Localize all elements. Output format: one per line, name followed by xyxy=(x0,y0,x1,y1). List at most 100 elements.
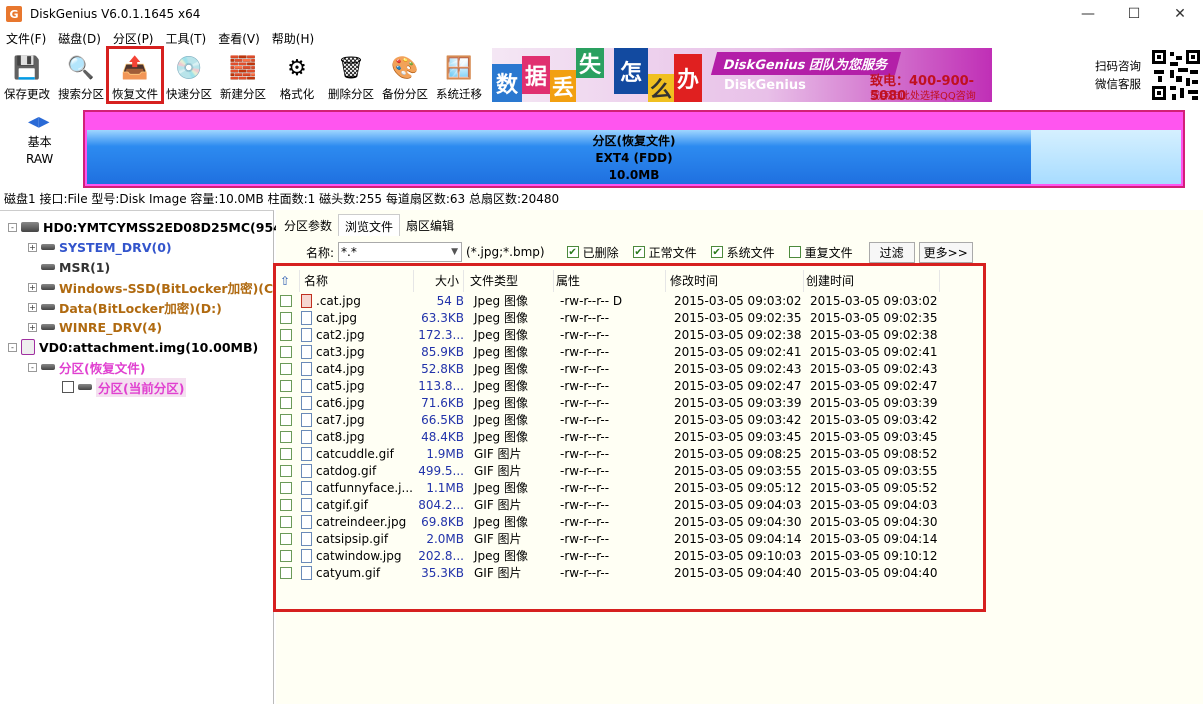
table-row[interactable]: cat3.jpg 85.9KB Jpeg 图像 -rw-r--r-- 2015-… xyxy=(276,344,976,361)
table-row[interactable]: cat4.jpg 52.8KB Jpeg 图像 -rw-r--r-- 2015-… xyxy=(276,361,976,378)
col-attr[interactable]: 属性 xyxy=(556,270,666,292)
expand-icon[interactable]: + xyxy=(28,282,37,292)
backup-partition-button[interactable]: 🎨 备份分区 xyxy=(378,48,432,102)
tree-item-hd0[interactable]: - HD0:YMTCYMSS2ED08D25MC(954GE xyxy=(8,217,301,237)
row-checkbox[interactable] xyxy=(280,329,292,341)
deleted-filter-checkbox[interactable]: ✔ 已删除 xyxy=(566,244,619,261)
system-migrate-button[interactable]: 🪟 系统迁移 xyxy=(432,48,486,102)
system-filter-checkbox[interactable]: ✔ 系统文件 xyxy=(710,244,775,261)
collapse-icon[interactable]: - xyxy=(8,222,17,232)
save-changes-button[interactable]: 💾 保存更改 xyxy=(0,48,54,102)
table-row[interactable]: catwindow.jpg 202.8... Jpeg 图像 -rw-r--r-… xyxy=(276,548,976,565)
delete-partition-button[interactable]: 🗑 删除分区 xyxy=(324,48,378,102)
row-checkbox[interactable] xyxy=(280,482,292,494)
table-row[interactable]: catyum.gif 35.3KB GIF 图片 -rw-r--r-- 2015… xyxy=(276,565,976,582)
row-checkbox[interactable] xyxy=(280,516,292,528)
qr-code-icon[interactable] xyxy=(1150,48,1202,102)
tree-item-data[interactable]: + Data(BitLocker加密)(D:) xyxy=(28,297,222,317)
tree-item-windows-ssd[interactable]: + Windows-SSD(BitLocker加密)(C:) xyxy=(28,277,284,297)
new-partition-button[interactable]: 🧱 新建分区 xyxy=(216,48,270,102)
table-row[interactable]: catsipsip.gif 2.0MB GIF 图片 -rw-r--r-- 20… xyxy=(276,531,976,548)
tool-label: 系统迁移 xyxy=(436,87,482,101)
tree-item-recover-partition[interactable]: - 分区(恢复文件) xyxy=(28,357,145,377)
row-checkbox[interactable] xyxy=(280,414,292,426)
col-name[interactable]: 名称 xyxy=(304,270,414,292)
banner-char: 么 xyxy=(648,74,674,102)
up-folder-icon[interactable]: ⇧ xyxy=(280,270,300,292)
row-checkbox[interactable] xyxy=(280,346,292,358)
menu-disk[interactable]: 磁盘(D) xyxy=(52,30,107,47)
col-ctime[interactable]: 创建时间 xyxy=(806,270,940,292)
collapse-icon[interactable]: - xyxy=(8,342,17,352)
table-row[interactable]: cat7.jpg 66.5KB Jpeg 图像 -rw-r--r-- 2015-… xyxy=(276,412,976,429)
row-checkbox[interactable] xyxy=(280,312,292,324)
file-mtime: 2015-03-05 09:03:45 xyxy=(674,430,802,444)
table-row[interactable]: .cat.jpg 54 B Jpeg 图像 -rw-r--r-- D 2015-… xyxy=(276,293,976,310)
menu-file[interactable]: 文件(F) xyxy=(0,30,52,47)
tab-sector-edit[interactable]: 扇区编辑 xyxy=(400,214,460,236)
table-row[interactable]: catcuddle.gif 1.9MB GIF 图片 -rw-r--r-- 20… xyxy=(276,446,976,463)
name-filter-input[interactable]: *.* ▼ xyxy=(338,242,463,262)
close-button[interactable]: ✕ xyxy=(1157,0,1203,28)
row-checkbox[interactable] xyxy=(280,465,292,477)
filter-button[interactable]: 过滤 xyxy=(868,241,915,263)
tree-item-current-partition[interactable]: 分区(当前分区) xyxy=(62,377,187,397)
tab-partition-params[interactable]: 分区参数 xyxy=(278,214,338,236)
col-mtime[interactable]: 修改时间 xyxy=(670,270,804,292)
table-row[interactable]: cat.jpg 63.3KB Jpeg 图像 -rw-r--r-- 2015-0… xyxy=(276,310,976,327)
table-row[interactable]: catgif.gif 804.2... GIF 图片 -rw-r--r-- 20… xyxy=(276,497,976,514)
tree-item-vd0[interactable]: - VD0:attachment.img(10.00MB) xyxy=(8,337,258,357)
banner-qq-link[interactable]: 或点击此处选择QQ咨询 xyxy=(870,87,976,102)
tree-item-msr[interactable]: MSR(1) xyxy=(28,257,110,277)
tree-item-winre[interactable]: + WINRE_DRV(4) xyxy=(28,317,162,337)
tab-browse-files[interactable]: 浏览文件 xyxy=(338,214,401,236)
table-row[interactable]: cat5.jpg 113.8... Jpeg 图像 -rw-r--r-- 201… xyxy=(276,378,976,395)
table-row[interactable]: catfunnyface.j... 1.1MB Jpeg 图像 -rw-r--r… xyxy=(276,480,976,497)
chevron-down-icon[interactable]: ▼ xyxy=(451,247,458,257)
window-title: DiskGenius V6.0.1.1645 x64 xyxy=(30,7,201,21)
file-ctime: 2015-03-05 09:04:30 xyxy=(810,515,938,529)
col-size[interactable]: 大小 xyxy=(414,270,464,292)
table-row[interactable]: catdog.gif 499.5... GIF 图片 -rw-r--r-- 20… xyxy=(276,463,976,480)
expand-icon[interactable]: + xyxy=(28,242,37,252)
recover-files-button[interactable]: 📤 恢复文件 xyxy=(106,46,164,104)
table-row[interactable]: cat6.jpg 71.6KB Jpeg 图像 -rw-r--r-- 2015-… xyxy=(276,395,976,412)
normal-filter-checkbox[interactable]: ✔ 正常文件 xyxy=(632,244,697,261)
row-checkbox[interactable] xyxy=(280,397,292,409)
more-button[interactable]: 更多>> xyxy=(918,241,973,263)
row-checkbox[interactable] xyxy=(280,499,292,511)
row-checkbox[interactable] xyxy=(280,533,292,545)
partition-block[interactable]: 分区(恢复文件) EXT4 (FDD) 10.0MB xyxy=(87,130,1181,184)
menu-partition[interactable]: 分区(P) xyxy=(107,30,160,47)
row-checkbox[interactable] xyxy=(280,363,292,375)
row-checkbox[interactable] xyxy=(280,295,292,307)
file-ctime: 2015-03-05 09:03:45 xyxy=(810,430,938,444)
menu-view[interactable]: 查看(V) xyxy=(212,30,266,47)
tree-item-system-drv[interactable]: + SYSTEM_DRV(0) xyxy=(28,237,172,257)
row-checkbox[interactable] xyxy=(280,550,292,562)
support-banner[interactable]: 数 据 丢 失 怎 么 办 DiskGenius 团队为您服务 DiskGeni… xyxy=(492,48,992,102)
search-partition-button[interactable]: 🔍 搜索分区 xyxy=(54,48,108,102)
table-row[interactable]: catreindeer.jpg 69.8KB Jpeg 图像 -rw-r--r-… xyxy=(276,514,976,531)
tree-checkbox[interactable] xyxy=(62,381,74,393)
minimize-button[interactable]: — xyxy=(1065,0,1111,28)
row-checkbox[interactable] xyxy=(280,567,292,579)
row-checkbox[interactable] xyxy=(280,380,292,392)
menu-tools[interactable]: 工具(T) xyxy=(160,30,213,47)
menu-help[interactable]: 帮助(H) xyxy=(266,30,320,47)
table-row[interactable]: cat2.jpg 172.3... Jpeg 图像 -rw-r--r-- 201… xyxy=(276,327,976,344)
disk-nav-arrows-icon[interactable]: ◀▶ xyxy=(28,114,50,130)
partition-bar[interactable]: 分区(恢复文件) EXT4 (FDD) 10.0MB xyxy=(83,110,1185,188)
tab-bar: 分区参数 浏览文件 扇区编辑 xyxy=(278,214,460,236)
expand-icon[interactable]: + xyxy=(28,302,37,312)
expand-icon[interactable]: + xyxy=(28,322,37,332)
quick-partition-button[interactable]: 💿 快速分区 xyxy=(162,48,216,102)
format-button[interactable]: ⚙ 格式化 xyxy=(270,48,324,102)
duplicate-filter-checkbox[interactable]: 重复文件 xyxy=(788,244,853,261)
maximize-button[interactable]: ☐ xyxy=(1111,0,1157,28)
table-row[interactable]: cat8.jpg 48.4KB Jpeg 图像 -rw-r--r-- 2015-… xyxy=(276,429,976,446)
col-type[interactable]: 文件类型 xyxy=(470,270,554,292)
collapse-icon[interactable]: - xyxy=(28,362,37,372)
row-checkbox[interactable] xyxy=(280,431,292,443)
row-checkbox[interactable] xyxy=(280,448,292,460)
